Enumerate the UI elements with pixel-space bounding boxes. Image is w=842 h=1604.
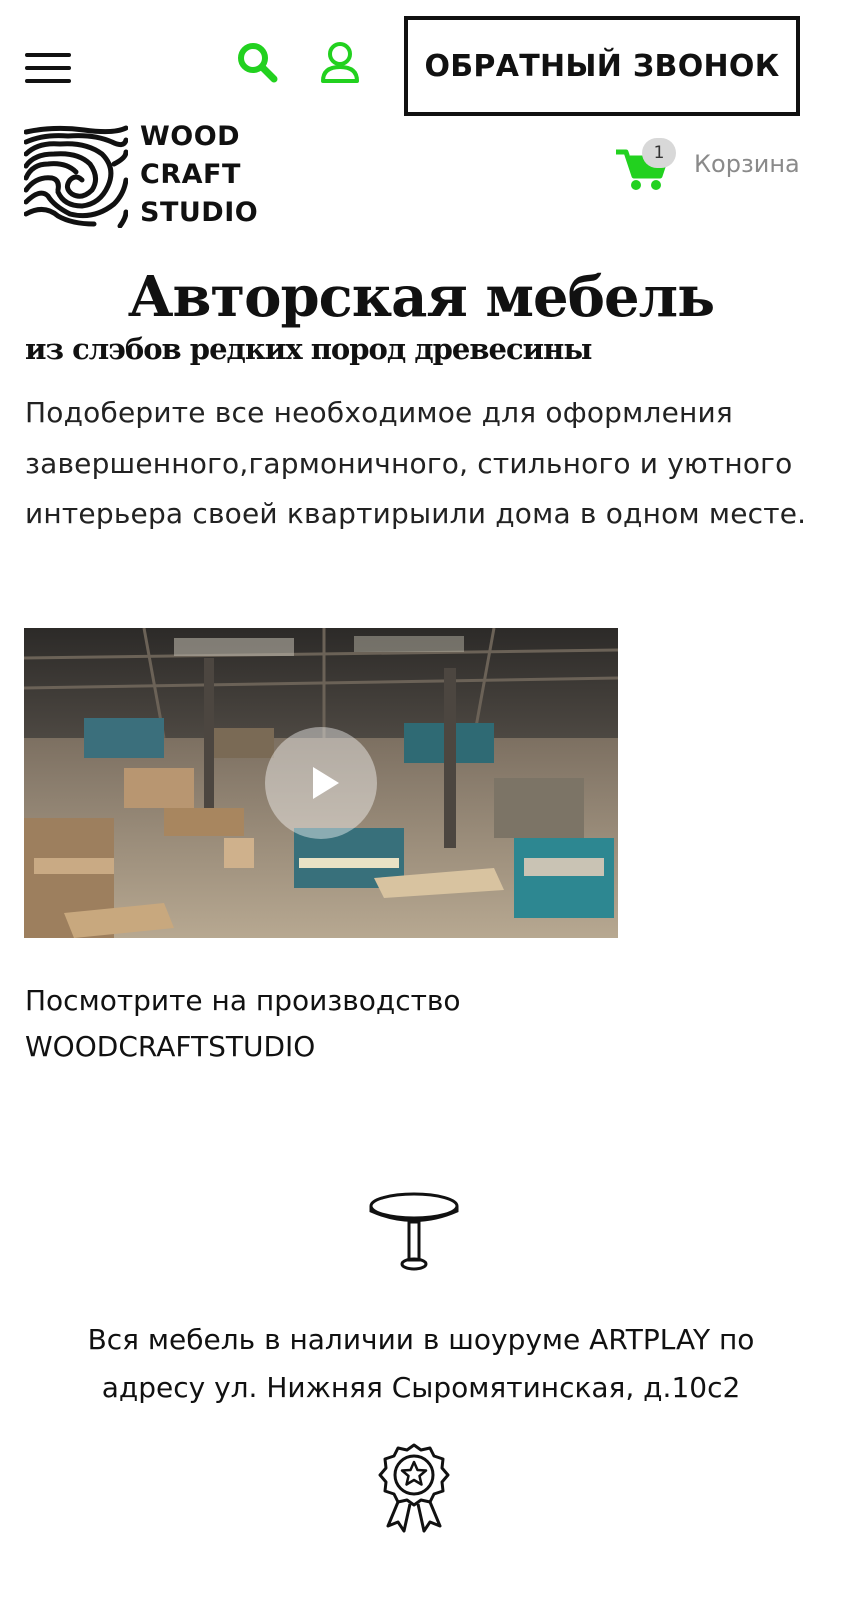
logo-line-2: CRAFT [140,159,241,190]
play-button[interactable] [265,727,377,839]
page-title: Авторская мебель [127,264,715,330]
logo-line-3: STUDIO [140,197,259,228]
award-icon [374,1442,454,1534]
table-icon [366,1190,462,1272]
logo-line-1: WOOD [140,121,241,152]
play-icon [313,767,339,799]
video-caption-line-1: Посмотрите на производство [25,984,461,1017]
showroom-info-line-2: адресу ул. Нижняя Сыромятинская, д.10с2 [101,1371,741,1404]
hero-description: Подоберите все необходимое для оформлени… [25,396,807,530]
logo-icon[interactable] [23,124,129,229]
cart-count-badge: 1 [642,138,676,168]
video-caption-line-2: WOODCRAFTSTUDIO [25,1030,316,1063]
user-icon[interactable] [318,40,364,86]
video-caption: Посмотрите на производство WOODCRAFTSTUD… [25,978,585,1070]
showroom-info-line-1: Вся мебель в наличии в шоуруме ARTPLAY п… [87,1323,755,1356]
page-subtitle: из слэбов редких пород древесины [25,332,592,366]
callback-button[interactable]: ОБРАТНЫЙ ЗВОНОК [404,16,800,116]
cart-link[interactable]: Корзина [694,150,800,178]
showroom-info: Вся мебель в наличии в шоуруме ARTPLAY п… [0,1316,842,1412]
hamburger-icon[interactable] [25,50,71,86]
search-icon[interactable] [234,40,280,86]
logo-text[interactable]: WOOD CRAFT STUDIO [140,118,280,232]
